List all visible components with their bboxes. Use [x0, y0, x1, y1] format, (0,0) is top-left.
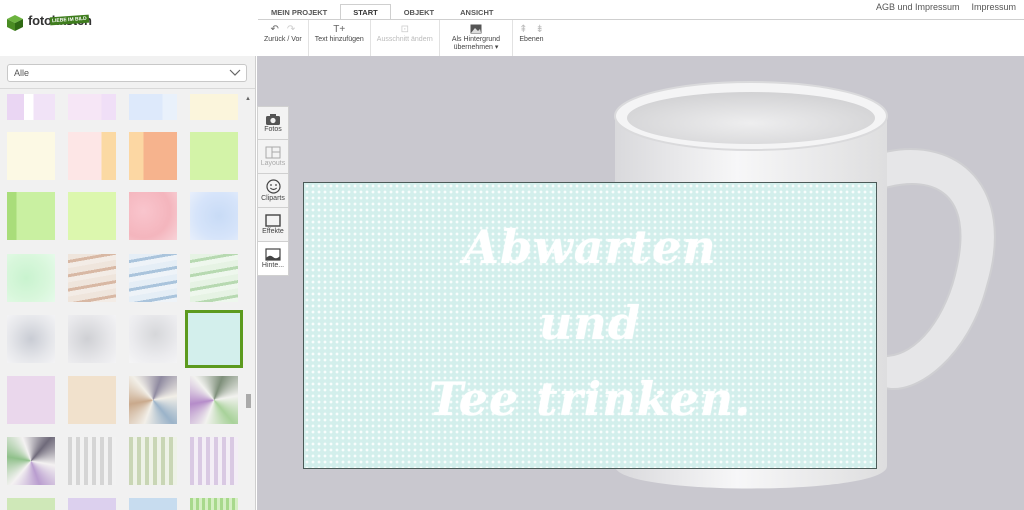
design-text[interactable]: Abwarten und Tee trinken. [304, 209, 876, 437]
background-thumbnail[interactable] [129, 376, 177, 424]
background-thumbnail[interactable] [129, 254, 177, 302]
background-thumbnail[interactable] [129, 315, 177, 363]
background-thumbnail[interactable] [190, 376, 238, 424]
as-background-label-2: übernehmen ▾ [453, 44, 499, 51]
add-text-button[interactable]: T+ Text hinzufügen [309, 20, 371, 56]
layer-up-icon[interactable]: ⇞ [519, 24, 527, 36]
background-thumbnail[interactable] [68, 498, 116, 510]
panel-divider [0, 88, 255, 89]
side-tab-label: Fotos [264, 126, 282, 133]
side-tab-layouts[interactable]: Layouts [257, 140, 289, 174]
background-thumbnail[interactable] [129, 192, 177, 240]
undo-redo-label: Zurück / Vor [264, 36, 302, 43]
background-thumbnail[interactable] [190, 132, 238, 180]
crop-icon: ⊡ [400, 24, 409, 35]
smiley-icon [265, 179, 281, 194]
scrollbar-thumb[interactable] [246, 394, 251, 408]
design-text-line: und [538, 296, 642, 350]
background-thumbnail[interactable] [7, 498, 55, 510]
top-links: AGB und Impressum Impressum [876, 2, 1016, 12]
camera-icon [266, 114, 280, 125]
background-icon [265, 248, 281, 261]
undo-icon[interactable]: ↶ [270, 24, 278, 36]
impressum-link[interactable]: Impressum [971, 2, 1016, 12]
add-text-icon: T+ [333, 24, 346, 35]
background-thumbnail[interactable] [68, 192, 116, 240]
background-thumbnail[interactable] [129, 437, 177, 485]
background-thumbnail[interactable] [7, 132, 55, 180]
background-thumbnail[interactable] [129, 498, 177, 510]
tab-objekt[interactable]: OBJEKT [391, 4, 447, 20]
design-text-line: Abwarten [463, 220, 717, 274]
category-filter-value: Alle [14, 68, 30, 78]
undo-redo-button[interactable]: ↶ ↷ Zurück / Vor [258, 20, 309, 56]
chevron-down-icon [229, 69, 241, 76]
background-thumbnail[interactable] [7, 94, 55, 120]
side-tab-hintergrund[interactable]: Hinte... [257, 242, 289, 276]
tab-ansicht[interactable]: ANSICHT [447, 4, 506, 20]
scroll-up-arrow-icon[interactable]: ▲ [245, 96, 251, 102]
background-thumbnail[interactable] [68, 94, 116, 120]
side-tab-label: Hinte... [261, 262, 285, 269]
as-background-label-1: Als Hintergrund [451, 36, 501, 43]
background-thumbnail[interactable] [7, 437, 55, 485]
layout-icon [265, 146, 281, 159]
background-thumbnail-selected[interactable] [185, 310, 243, 368]
app-root: fotokasten LIEBE IM BILD MEIN PROJEKT ST… [0, 0, 1024, 510]
crop-label: Ausschnitt ändern [376, 36, 433, 43]
side-tab-cliparts[interactable]: Cliparts [257, 174, 289, 208]
category-filter-select[interactable]: Alle [7, 64, 247, 82]
side-tool-tabs: Fotos Layouts Cliparts Effekte Hinte... [257, 106, 289, 276]
background-thumbnail[interactable] [190, 254, 238, 302]
background-library-panel: Alle ▲ [0, 56, 256, 510]
background-thumbnail[interactable] [7, 376, 55, 424]
design-text-line: Tee trinken. [428, 372, 752, 426]
mug-design-area[interactable]: Abwarten und Tee trinken. [303, 182, 877, 469]
layers-button[interactable]: ⇞ ⇟ Ebenen [513, 20, 550, 56]
tab-mein-projekt[interactable]: MEIN PROJEKT [258, 4, 340, 20]
background-thumbnail[interactable] [129, 94, 177, 120]
ribbon-toolbar: ↶ ↷ Zurück / Vor T+ Text hinzufügen ⊡ Au… [258, 20, 550, 56]
side-tab-effekte[interactable]: Effekte [257, 208, 289, 242]
panel-scrollbar[interactable]: ▲ [244, 96, 252, 510]
side-tab-label: Layouts [260, 160, 286, 167]
tab-start[interactable]: START [340, 4, 391, 20]
side-tab-label: Cliparts [261, 195, 285, 202]
frame-icon [265, 214, 281, 227]
layer-down-icon[interactable]: ⇟ [535, 24, 543, 36]
side-tab-label: Effekte [262, 228, 284, 235]
background-thumbnail[interactable] [7, 254, 55, 302]
background-thumbnail[interactable] [68, 376, 116, 424]
background-thumbnail[interactable] [7, 315, 55, 363]
ribbon-tabs: MEIN PROJEKT START OBJEKT ANSICHT [258, 4, 506, 20]
add-text-label: Text hinzufügen [314, 36, 364, 43]
as-background-button[interactable]: Als Hintergrund übernehmen ▾ [440, 20, 514, 56]
background-thumbnail[interactable] [190, 192, 238, 240]
background-thumbnail[interactable] [190, 94, 238, 120]
background-thumbnail[interactable] [190, 498, 238, 510]
layers-label: Ebenen [519, 36, 544, 43]
background-thumbnail[interactable] [68, 315, 116, 363]
crop-button[interactable]: ⊡ Ausschnitt ändern [371, 20, 440, 56]
background-thumbnail[interactable] [7, 192, 55, 240]
agb-link[interactable]: AGB und Impressum [876, 2, 960, 12]
side-tab-fotos[interactable]: Fotos [257, 106, 289, 140]
background-thumbnail[interactable] [190, 437, 238, 485]
background-thumbnail[interactable] [68, 437, 116, 485]
image-icon [470, 24, 482, 36]
background-thumbnail[interactable] [68, 132, 116, 180]
background-thumbnail[interactable] [68, 254, 116, 302]
background-thumbnail[interactable] [129, 132, 177, 180]
cube-logo-icon [7, 15, 23, 31]
redo-icon[interactable]: ↷ [287, 24, 295, 36]
